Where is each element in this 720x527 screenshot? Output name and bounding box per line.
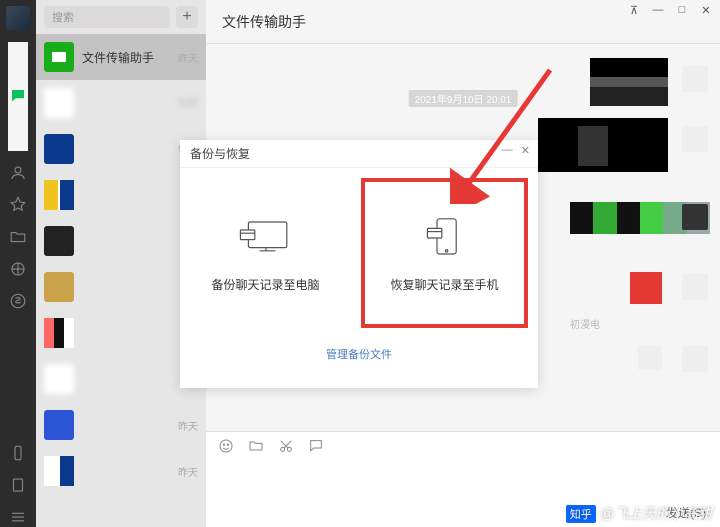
close-icon[interactable]: ✕ [700, 4, 712, 17]
dialog-minimize-icon[interactable]: — [502, 144, 513, 157]
chat-title: 文件传输助手 [222, 12, 306, 32]
zhihu-badge: 知乎 [566, 505, 596, 523]
favorites-icon[interactable] [8, 195, 28, 215]
maximize-icon[interactable]: □ [676, 4, 688, 17]
dialog-title: 备份与恢复 [190, 145, 250, 162]
user-avatar[interactable] [6, 6, 30, 30]
chat-toolbar [206, 432, 720, 463]
conv-item[interactable]: 9:22 [36, 80, 206, 126]
message-avatar [682, 274, 708, 300]
new-chat-button[interactable]: + [176, 6, 198, 28]
restore-to-phone-option[interactable]: 恢复聊天记录至手机 [359, 176, 530, 330]
message-avatar [682, 126, 708, 152]
backup-restore-dialog: 备份与恢复 — ✕ 备份聊天记录至电脑 [180, 140, 538, 388]
conv-file-transfer[interactable]: 文件传输助手 昨天 [36, 34, 206, 80]
pin-icon[interactable]: ⊼ [628, 4, 640, 17]
search-bar: 搜索 + [36, 0, 206, 34]
file-transfer-icon [44, 42, 74, 72]
contacts-icon[interactable] [8, 163, 28, 183]
app-window: 搜索 + 文件传输助手 昨天 9:22 9:04 生... 昨天 昨天 ⊼ — … [0, 0, 720, 527]
search-input[interactable]: 搜索 [44, 6, 170, 28]
backup-to-computer-option[interactable]: 备份聊天记录至电脑 [180, 168, 351, 338]
folder-icon[interactable] [248, 438, 264, 457]
conv-item[interactable]: 昨天 [36, 448, 206, 494]
files-icon[interactable] [8, 227, 28, 247]
message-image[interactable] [590, 58, 668, 106]
backup-label: 备份聊天记录至电脑 [211, 276, 319, 293]
chat-timestamp: 2021年9月10日 20:01 [409, 90, 518, 107]
message-image[interactable] [630, 272, 662, 304]
nav-rail [0, 0, 36, 527]
chat-icon[interactable] [8, 42, 28, 151]
dialog-title-bar: 备份与恢复 — ✕ [180, 140, 538, 168]
message-avatar [682, 204, 708, 230]
message-image[interactable] [538, 118, 668, 172]
computer-icon [234, 214, 298, 262]
manage-backups-link[interactable]: 管理备份文件 [326, 349, 392, 361]
message-avatar [682, 346, 708, 372]
phone-restore-icon [413, 214, 477, 262]
dialog-close-icon[interactable]: ✕ [521, 144, 530, 157]
history-icon[interactable] [308, 438, 324, 457]
restore-label: 恢复聊天记录至手机 [390, 276, 498, 293]
tablet-icon[interactable] [8, 475, 28, 495]
scissors-icon[interactable] [278, 438, 294, 457]
message-avatar [682, 66, 708, 92]
watermark: 知乎@飞上天的小高甜 [566, 503, 712, 523]
conv-item[interactable]: 昨天 [36, 402, 206, 448]
minimize-icon[interactable]: — [652, 4, 664, 17]
message-image[interactable] [638, 346, 662, 370]
mini-program-icon[interactable] [8, 291, 28, 311]
menu-icon[interactable] [8, 507, 28, 527]
notice-text: 初漫电 [570, 316, 600, 331]
window-controls: ⊼ — □ ✕ [628, 4, 712, 17]
phone-icon[interactable] [8, 443, 28, 463]
emoji-icon[interactable] [218, 438, 234, 457]
moments-icon[interactable] [8, 259, 28, 279]
